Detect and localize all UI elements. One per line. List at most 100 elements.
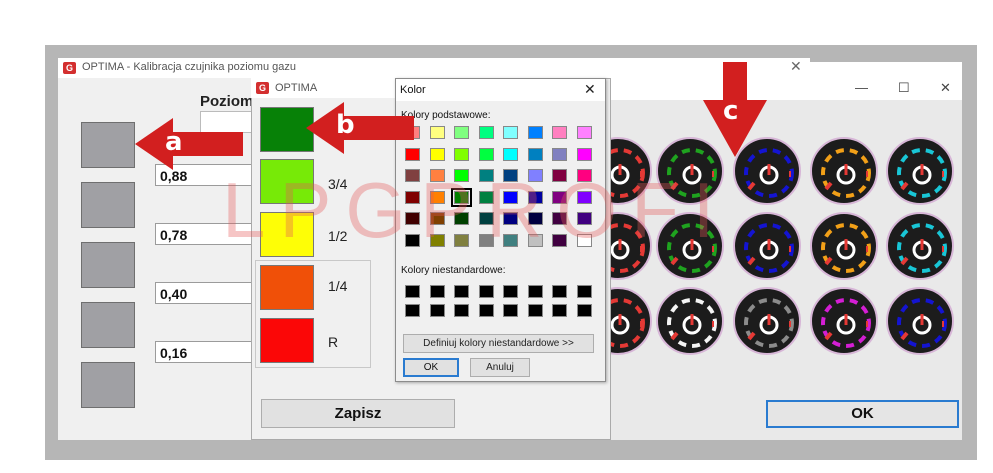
custom-color-swatch[interactable] — [478, 285, 494, 298]
gauge-warning-mark — [640, 321, 642, 327]
basic-color-swatch[interactable] — [454, 147, 469, 161]
calibration-close-button[interactable]: ✕ — [790, 58, 802, 75]
gas-level-gauge — [656, 287, 724, 355]
gauge-graphic — [821, 223, 871, 273]
screenshot-stage: G OPTIMA - Kalibracja czujnika poziomu g… — [0, 0, 993, 473]
gauge-warning-mark — [866, 246, 868, 252]
gas-level-gauge — [810, 287, 878, 355]
color-dialog-titlebar: Kolor — [396, 79, 605, 101]
custom-color-swatch[interactable] — [552, 304, 567, 317]
color-dialog-title: Kolor — [400, 84, 426, 96]
gauge-warning-mark — [942, 321, 944, 327]
optima-app-icon: G — [63, 62, 76, 74]
basic-color-swatch[interactable] — [429, 126, 445, 139]
custom-color-swatch[interactable] — [503, 285, 518, 298]
custom-color-swatch[interactable] — [552, 285, 567, 298]
basic-color-swatch[interactable] — [503, 147, 518, 161]
gas-level-gauge — [733, 212, 801, 280]
level-value-field-4[interactable]: 0,16 — [155, 341, 255, 363]
gauge-close-button[interactable]: ✕ — [940, 80, 951, 96]
level-color-square-2[interactable] — [81, 182, 135, 228]
level-color-square-3[interactable] — [81, 242, 135, 288]
level-color-quarter[interactable] — [260, 265, 314, 310]
calibration-window-title: OPTIMA - Kalibracja czujnika poziomu gaz… — [82, 61, 296, 73]
optima-window-title: OPTIMA — [275, 82, 318, 94]
annotation-arrow-c: c — [703, 62, 767, 157]
ok-button[interactable]: OK — [766, 400, 959, 428]
gas-level-gauge — [886, 137, 954, 205]
gas-level-gauge — [810, 137, 878, 205]
annotation-arrow-a: a — [135, 118, 243, 170]
optima-window-titlebar: G OPTIMA — [251, 78, 396, 98]
gas-level-gauge — [886, 287, 954, 355]
basic-color-swatch[interactable] — [503, 126, 518, 139]
annotation-arrow-b: b — [306, 102, 414, 154]
gauge-warning-mark — [789, 246, 791, 252]
gauge-graphic — [821, 298, 871, 348]
basic-color-swatch[interactable] — [576, 126, 592, 139]
gauge-graphic — [897, 298, 947, 348]
level-color-square-1[interactable] — [81, 122, 135, 168]
level-label-reserve: R — [328, 334, 339, 350]
basic-color-swatch[interactable] — [478, 147, 494, 161]
gauge-graphic — [821, 148, 871, 198]
poziom-label: Poziom — [200, 93, 254, 110]
level-color-square-4[interactable] — [81, 302, 135, 348]
maximize-button[interactable]: ☐ — [898, 80, 910, 96]
custom-color-swatch[interactable] — [429, 304, 445, 317]
custom-colors-label: Kolory niestandardowe: — [401, 265, 506, 276]
custom-color-swatch[interactable] — [429, 285, 445, 298]
gauge-warning-mark — [789, 171, 791, 177]
gauge-warning-mark — [712, 321, 714, 327]
define-custom-colors-button[interactable]: Definiuj kolory niestandardowe >> — [403, 334, 594, 353]
gauge-graphic — [744, 223, 794, 273]
basic-colors-label: Kolory podstawowe: — [401, 110, 491, 121]
custom-color-swatch[interactable] — [503, 304, 518, 317]
custom-color-swatch[interactable] — [478, 304, 494, 317]
gauge-warning-mark — [866, 171, 868, 177]
custom-color-swatch[interactable] — [576, 304, 592, 317]
gauge-graphic — [897, 148, 947, 198]
custom-color-swatch[interactable] — [527, 285, 543, 298]
basic-color-swatch[interactable] — [552, 147, 567, 161]
gauge-graphic — [897, 223, 947, 273]
custom-color-swatch[interactable] — [527, 304, 543, 317]
basic-color-swatch[interactable] — [576, 147, 592, 161]
color-cancel-button[interactable]: Anuluj — [470, 358, 530, 377]
level-label-quarter: 1/4 — [328, 278, 348, 294]
gauge-warning-mark — [942, 171, 944, 177]
window-strip — [810, 62, 962, 76]
custom-color-swatch[interactable] — [454, 285, 469, 298]
custom-color-swatch[interactable] — [576, 285, 592, 298]
annotation-label-b: b — [336, 110, 355, 140]
gas-level-gauge — [733, 287, 801, 355]
minimize-button[interactable]: — — [855, 80, 868, 95]
gauge-graphic — [744, 298, 794, 348]
custom-color-swatch[interactable] — [454, 304, 469, 317]
level-color-square-5[interactable] — [81, 362, 135, 408]
basic-color-swatch[interactable] — [454, 126, 469, 139]
color-ok-button[interactable]: OK — [403, 358, 459, 377]
gas-level-gauge — [886, 212, 954, 280]
color-dialog-close-button[interactable]: ✕ — [584, 81, 596, 98]
save-button[interactable]: Zapisz — [261, 399, 455, 428]
calibration-window-titlebar: G OPTIMA - Kalibracja czujnika poziomu g… — [58, 58, 810, 78]
basic-color-swatch[interactable] — [527, 147, 543, 161]
custom-color-swatch[interactable] — [405, 304, 420, 317]
optima-app-icon: G — [256, 82, 269, 94]
gauge-warning-mark — [866, 321, 868, 327]
basic-color-swatch[interactable] — [552, 126, 567, 139]
level-value-field-3[interactable]: 0,40 — [155, 282, 255, 304]
annotation-label-c: c — [723, 96, 739, 126]
basic-color-swatch[interactable] — [527, 126, 543, 139]
watermark: LPGPROFI — [222, 166, 729, 254]
gauge-window-titlebar: — ☐ ✕ — [600, 76, 962, 100]
gauge-graphic — [667, 298, 717, 348]
gas-level-gauge — [810, 212, 878, 280]
annotation-label-a: a — [165, 127, 183, 157]
basic-color-swatch[interactable] — [429, 147, 445, 161]
level-color-reserve[interactable] — [260, 318, 314, 363]
gauge-warning-mark — [789, 321, 791, 327]
custom-color-swatch[interactable] — [405, 285, 420, 298]
basic-color-swatch[interactable] — [478, 126, 494, 139]
